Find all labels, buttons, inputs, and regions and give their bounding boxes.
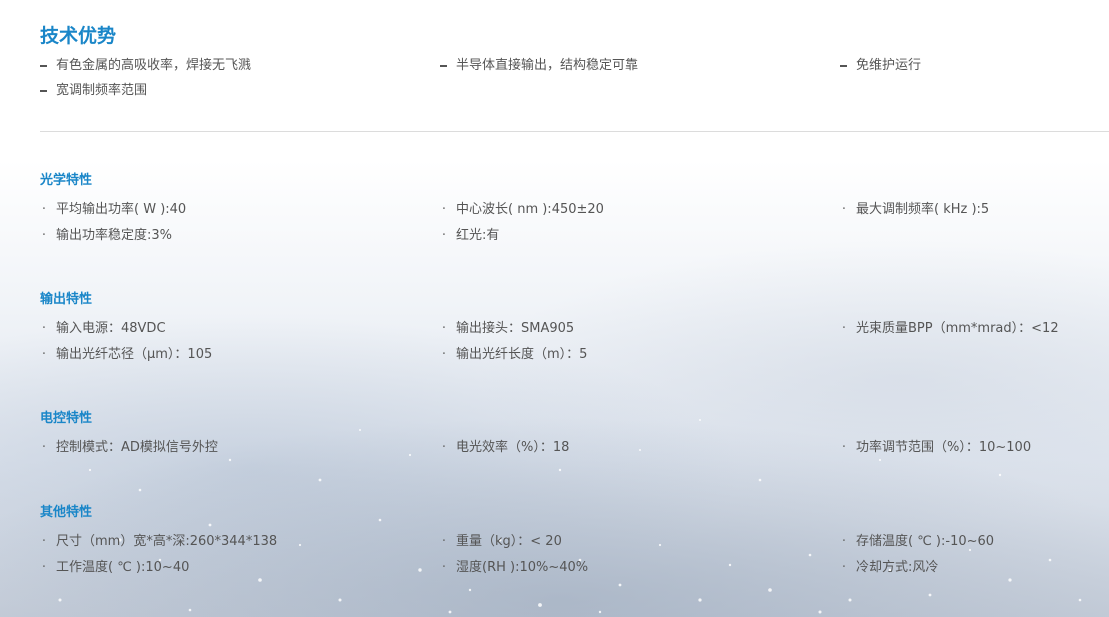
dot-bullet-icon: ·: [441, 534, 447, 549]
dot-bullet-icon: ·: [41, 440, 47, 455]
dot-bullet-icon: ·: [441, 440, 447, 455]
dash-bullet-icon: [40, 90, 47, 92]
dot-bullet-icon: ·: [41, 347, 47, 362]
page-title: 技术优势: [40, 25, 117, 47]
dot-bullet-icon: ·: [41, 321, 47, 336]
dot-bullet-icon: ·: [441, 560, 447, 575]
dot-bullet-icon: ·: [841, 202, 847, 217]
dot-bullet-icon: ·: [841, 440, 847, 455]
dot-bullet-icon: ·: [841, 534, 847, 549]
dash-bullet-icon: [40, 65, 47, 67]
section-title-other: 其他特性: [40, 505, 93, 520]
dot-bullet-icon: ·: [441, 321, 447, 336]
dot-bullet-icon: ·: [41, 534, 47, 549]
dot-bullet-icon: ·: [841, 321, 847, 336]
dot-bullet-icon: ·: [41, 228, 47, 243]
dot-bullet-icon: ·: [441, 202, 447, 217]
section-title-output: 输出特性: [40, 292, 93, 307]
dot-bullet-icon: ·: [441, 228, 447, 243]
dot-bullet-icon: ·: [841, 560, 847, 575]
dash-bullet-icon: [840, 65, 847, 67]
section-title-electrical: 电控特性: [40, 411, 93, 426]
section-title-optical: 光学特性: [40, 173, 93, 188]
dot-bullet-icon: ·: [41, 560, 47, 575]
section-divider: [40, 131, 1109, 132]
dash-bullet-icon: [440, 65, 447, 67]
dot-bullet-icon: ·: [41, 202, 47, 217]
dot-bullet-icon: ·: [441, 347, 447, 362]
